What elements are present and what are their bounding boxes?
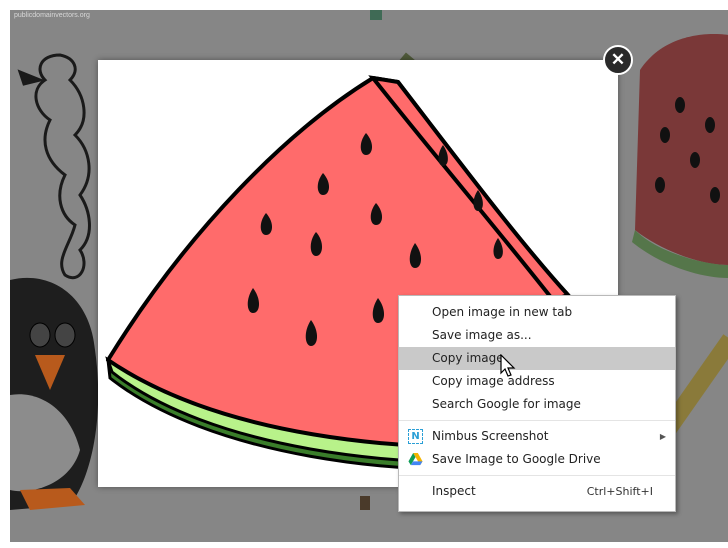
menu-item-inspect[interactable]: Inspect Ctrl+Shift+I [399, 480, 675, 503]
submenu-arrow-icon: ▶ [659, 432, 666, 441]
mouse-pointer-icon [500, 354, 516, 377]
menu-item-copy-image-address[interactable]: Copy image address [399, 370, 675, 393]
penguin-illustration [10, 277, 99, 510]
menu-separator [399, 475, 675, 476]
seahorse-illustration [17, 53, 91, 279]
menu-item-label: Save image as... [432, 328, 532, 342]
menu-item-label: Copy image address [432, 374, 555, 388]
context-menu: Open image in new tab Save image as... C… [398, 295, 676, 512]
close-icon: ✕ [610, 50, 626, 69]
watermelon-background-illustration [632, 34, 728, 278]
menu-item-open-image-new-tab[interactable]: Open image in new tab [399, 301, 675, 324]
nimbus-n-icon: N [408, 429, 423, 444]
menu-item-label: Nimbus Screenshot [432, 429, 549, 443]
menu-item-search-google-for-image[interactable]: Search Google for image [399, 393, 675, 416]
menu-item-label: Search Google for image [432, 397, 581, 411]
menu-item-label: Copy image [432, 351, 504, 365]
menu-item-nimbus-screenshot[interactable]: N Nimbus Screenshot ▶ [399, 425, 675, 448]
menu-item-shortcut: Ctrl+Shift+I [586, 485, 653, 498]
menu-item-save-image-as[interactable]: Save image as... [399, 324, 675, 347]
menu-separator [399, 420, 675, 421]
menu-item-copy-image[interactable]: Copy image [399, 347, 675, 370]
menu-item-label: Inspect [432, 484, 476, 498]
google-drive-icon [408, 452, 423, 466]
menu-item-label: Open image in new tab [432, 305, 573, 319]
menu-item-save-to-google-drive[interactable]: Save Image to Google Drive [399, 448, 675, 471]
close-lightbox-button[interactable]: ✕ [603, 45, 633, 75]
menu-item-label: Save Image to Google Drive [432, 452, 601, 466]
